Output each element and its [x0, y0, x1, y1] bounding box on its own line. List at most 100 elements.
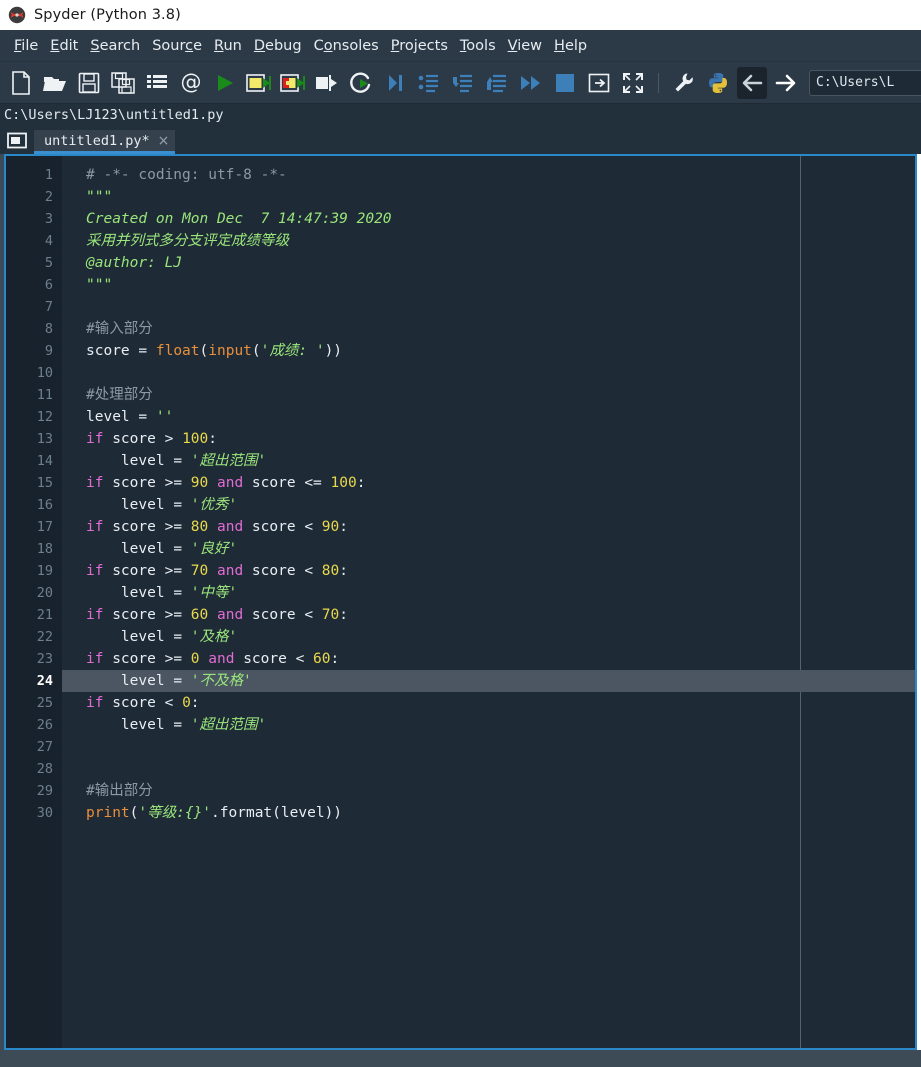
- code-text-area[interactable]: # -*- coding: utf-8 -*- """ Created on Mon…: [62, 156, 915, 1048]
- code-token-op: >=: [164, 651, 191, 667]
- code-line[interactable]: if score >= 60 and score < 70:: [62, 604, 915, 626]
- run-file-icon[interactable]: [210, 67, 240, 99]
- code-line[interactable]: [62, 362, 915, 384]
- close-icon[interactable]: ×: [158, 134, 170, 148]
- fullscreen-icon[interactable]: [618, 67, 648, 99]
- menu-file[interactable]: File: [8, 35, 44, 57]
- code-line[interactable]: #处理部分: [62, 384, 915, 406]
- code-token-def: level: [86, 585, 174, 601]
- code-line[interactable]: score = float(input('成绩: ')): [62, 340, 915, 362]
- line-number: 10: [36, 365, 53, 381]
- code-token-num: 70: [321, 607, 340, 623]
- code-editor[interactable]: 1 2 3 4 5 6 7 8 9 10 11 12 13 14 15 16 17 18 19 20 21 22 23 24 2…: [4, 154, 917, 1050]
- code-line[interactable]: @author: LJ: [62, 252, 915, 274]
- code-line[interactable]: level = '不及格': [62, 670, 915, 692]
- code-token-num: 0: [190, 651, 209, 667]
- save-all-icon[interactable]: [108, 67, 138, 99]
- code-token-def: score: [251, 607, 305, 623]
- code-token-bi: float: [155, 343, 200, 359]
- menu-debug[interactable]: Debug: [248, 35, 308, 57]
- code-token-num: 90: [190, 475, 217, 491]
- run-cell-icon[interactable]: [244, 67, 274, 99]
- pythonpath-manager-icon[interactable]: [703, 67, 733, 99]
- code-line[interactable]: # -*- coding: utf-8 -*-: [62, 164, 915, 186]
- editor-tab-untitled1[interactable]: untitled1.py* ×: [34, 130, 176, 154]
- code-line[interactable]: """: [62, 274, 915, 296]
- code-token-op: =: [173, 717, 191, 733]
- debug-step-return-icon[interactable]: [482, 67, 512, 99]
- line-number: 13: [36, 431, 53, 447]
- code-token-op: <: [304, 607, 322, 623]
- debug-step-over-icon[interactable]: [414, 67, 444, 99]
- code-token-op: :: [208, 431, 217, 447]
- code-line[interactable]: level = '优秀': [62, 494, 915, 516]
- menu-view[interactable]: View: [502, 35, 548, 57]
- code-token-def: level: [86, 497, 174, 513]
- working-directory-combo[interactable]: C:\Users\L: [809, 69, 921, 96]
- code-line[interactable]: level = '及格': [62, 626, 915, 648]
- code-line[interactable]: if score >= 90 and score <= 100:: [62, 472, 915, 494]
- debug-file-icon[interactable]: [380, 67, 410, 99]
- code-line[interactable]: if score >= 0 and score < 60:: [62, 648, 915, 670]
- code-token-kw: and: [217, 607, 252, 623]
- code-token-op: >=: [164, 563, 191, 579]
- menu-edit[interactable]: Edit: [44, 35, 84, 57]
- code-token-num: 70: [190, 563, 217, 579]
- run-selection-icon[interactable]: [312, 67, 342, 99]
- code-line[interactable]: level = '超出范围': [62, 450, 915, 472]
- line-number: 20: [36, 585, 53, 601]
- code-token-op: :: [190, 695, 200, 711]
- code-line[interactable]: [62, 736, 915, 758]
- forward-icon[interactable]: [771, 67, 801, 99]
- symbol-finder-icon[interactable]: @: [176, 67, 206, 99]
- code-line[interactable]: [62, 758, 915, 780]
- code-token-str: '等级:{}': [138, 805, 212, 821]
- save-file-icon[interactable]: [74, 67, 104, 99]
- code-line[interactable]: if score < 0:: [62, 692, 915, 714]
- code-line[interactable]: #输入部分: [62, 318, 915, 340]
- debug-stop-icon[interactable]: [550, 67, 580, 99]
- line-number: 7: [44, 299, 53, 315]
- code-line[interactable]: level = '超出范围': [62, 714, 915, 736]
- menu-search[interactable]: Search: [84, 35, 146, 57]
- code-line[interactable]: Created on Mon Dec 7 14:47:39 2020: [62, 208, 915, 230]
- code-line[interactable]: if score >= 70 and score < 80:: [62, 560, 915, 582]
- code-token-def: score: [251, 519, 305, 535]
- code-token-doc: 采用并列式多分支评定成绩等级: [86, 233, 289, 249]
- menu-tools[interactable]: Tools: [454, 35, 502, 57]
- code-line[interactable]: """: [62, 186, 915, 208]
- code-line[interactable]: level = '良好': [62, 538, 915, 560]
- menu-projects[interactable]: Projects: [385, 35, 454, 57]
- code-line[interactable]: [62, 296, 915, 318]
- code-token-op: <: [304, 563, 322, 579]
- line-number: 12: [36, 409, 53, 425]
- back-icon[interactable]: [737, 66, 767, 99]
- code-line[interactable]: 采用并列式多分支评定成绩等级: [62, 230, 915, 252]
- code-line[interactable]: #输出部分: [62, 780, 915, 802]
- menu-consoles[interactable]: Consoles: [308, 35, 385, 57]
- code-line[interactable]: print('等级:{}'.format(level)): [62, 802, 915, 824]
- maximize-pane-icon[interactable]: [584, 67, 614, 99]
- code-line[interactable]: if score >= 80 and score < 90:: [62, 516, 915, 538]
- run-cell-advance-icon[interactable]: [278, 67, 308, 99]
- code-line[interactable]: if score > 100:: [62, 428, 915, 450]
- browse-tabs-icon[interactable]: [4, 128, 30, 152]
- code-token-def: level: [86, 453, 174, 469]
- file-switcher-icon[interactable]: [142, 67, 172, 99]
- code-token-op: (: [272, 805, 281, 821]
- menu-run[interactable]: Run: [208, 35, 248, 57]
- code-line[interactable]: level = '中等': [62, 582, 915, 604]
- debug-step-into-icon[interactable]: [448, 67, 478, 99]
- rerun-last-cell-icon[interactable]: [346, 67, 376, 99]
- code-line[interactable]: level = '': [62, 406, 915, 428]
- debug-continue-icon[interactable]: [516, 67, 546, 99]
- code-token-doc: @author: LJ: [86, 255, 183, 271]
- code-token-doc: """: [86, 277, 113, 293]
- preferences-icon[interactable]: [669, 67, 699, 99]
- open-file-icon[interactable]: [40, 67, 70, 99]
- code-token-kw: and: [217, 519, 252, 535]
- new-file-icon[interactable]: [6, 67, 36, 99]
- code-token-num: 80: [190, 519, 217, 535]
- menu-help[interactable]: Help: [548, 35, 593, 57]
- menu-source[interactable]: Source: [146, 35, 208, 57]
